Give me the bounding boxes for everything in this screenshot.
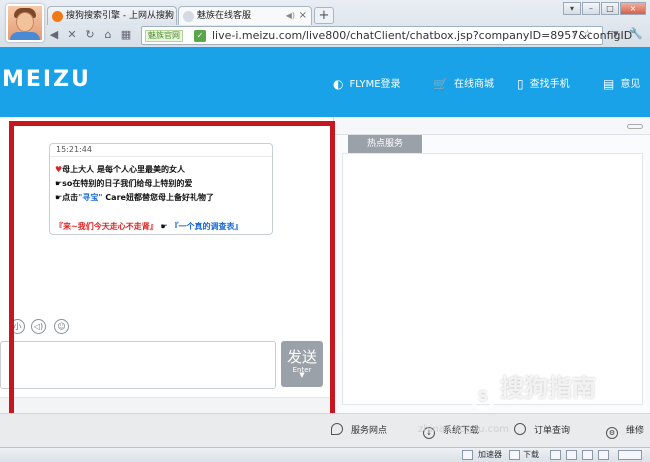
nav-find-phone[interactable]: ▯ 查找手机	[517, 75, 570, 91]
footer-order-query[interactable]: 订单查询	[514, 423, 570, 436]
user-avatar[interactable]	[6, 4, 44, 42]
sound-icon[interactable]: ◀)	[286, 7, 295, 25]
treasure-link[interactable]: "寻宝"	[78, 193, 102, 202]
document-icon: ▤	[603, 77, 615, 91]
message-line-4: 『来~我们今天走心不走肾』 ☛ 『一个真的调查表』	[55, 221, 242, 232]
browser-status-bar: 加速器 下载	[0, 447, 650, 462]
tab-sogou-search[interactable]: 搜狗搜索引擎 - 上网从搜狗 ×	[47, 6, 177, 25]
status-icon-1[interactable]	[550, 450, 561, 460]
accelerator-button[interactable]: 加速器	[478, 449, 502, 460]
sogou-watermark: S 搜狗指南	[470, 368, 596, 410]
tab-title: 魅族在线客服	[197, 11, 252, 21]
download-icon	[509, 450, 520, 460]
secure-shield-icon: ✓	[194, 30, 206, 42]
menu-dropdown-button[interactable]: ▾	[563, 2, 581, 15]
tab-meizu-service[interactable]: 魅族在线客服 ◀) ×	[178, 6, 312, 25]
red-slogan-link[interactable]: 『来~我们今天走心不走肾』	[55, 222, 158, 231]
chat-bottom-bar	[0, 397, 333, 413]
location-pin-icon	[331, 423, 343, 435]
chevron-down-icon: ▼	[299, 371, 305, 379]
apps-grid-icon[interactable]: ▦	[119, 28, 133, 42]
service-footer: 服务网点 ↓ 系统下载 订单查询 ⚙ 维修	[0, 413, 650, 447]
lightning-icon[interactable]: ⚡	[571, 29, 578, 40]
tab-title: 搜狗搜索引擎 - 上网从搜狗	[66, 11, 174, 21]
stop-icon[interactable]: ✕	[65, 28, 79, 42]
message-line-2: ☛so在特别的日子我们给母上特别的爱	[55, 179, 193, 188]
new-tab-button[interactable]: +	[314, 7, 334, 24]
navigation-bar: ◀ ✕ ↻ ⌂ ▦ 魅族官网 ✓ live-i.meizu.com/live80…	[47, 25, 650, 47]
message-time: 15:21:44	[50, 144, 272, 157]
watermark-url: zhinan.sogou.com	[418, 424, 510, 435]
phone-icon: ▯	[517, 77, 524, 91]
status-icon-3[interactable]	[582, 450, 593, 460]
minimize-button[interactable]: –	[582, 2, 600, 15]
tools-wrench-icon[interactable]: 🔧	[629, 27, 643, 40]
footer-service-outlets[interactable]: 服务网点	[331, 423, 387, 436]
meizu-logo[interactable]: MEIZU	[2, 67, 91, 92]
close-window-button[interactable]: ×	[620, 2, 646, 15]
collapse-icon[interactable]	[627, 124, 643, 129]
pointer-icon: ☛	[160, 222, 168, 231]
home-icon[interactable]: ⌂	[101, 28, 115, 42]
footer-repair[interactable]: ⚙ 维修	[606, 423, 644, 439]
gear-icon: ⚙	[606, 427, 618, 439]
font-size-icon[interactable]: 小	[10, 319, 25, 334]
sogou-logo-icon: S	[470, 384, 496, 410]
sogou-favicon-icon	[52, 11, 63, 22]
message-input[interactable]	[0, 341, 276, 389]
nav-flyme-login[interactable]: ◐ FLYME登录	[333, 75, 401, 91]
chat-message-bubble: 15:21:44 ♥母上大人 是每个人心里最美的女人 ☛so在特别的日子我们给母…	[49, 143, 273, 235]
sound-icon[interactable]: ◁)	[31, 319, 46, 334]
bookmark-star-icon[interactable]: ☆	[583, 29, 592, 40]
nav-feedback[interactable]: ▤ 意见	[603, 75, 640, 91]
dropdown-arrow-icon[interactable]: ▾	[613, 27, 619, 40]
url-text[interactable]: live-i.meizu.com/live800/chatClient/chat…	[212, 28, 632, 43]
window-controls: ▾ – □ ×	[562, 2, 646, 16]
close-tab-icon[interactable]: ×	[164, 7, 172, 25]
accelerator-icon	[462, 450, 473, 460]
status-icon-4[interactable]	[598, 450, 609, 460]
side-panel-header	[334, 117, 650, 135]
status-icon-2[interactable]	[566, 450, 577, 460]
emoji-icon[interactable]: ☺	[54, 319, 69, 334]
zoom-icon[interactable]	[618, 450, 642, 460]
browser-chrome: 搜狗搜索引擎 - 上网从搜狗 × 魅族在线客服 ◀) × + ▾ – □ × ◀…	[0, 0, 650, 47]
message-line-1: ♥母上大人 是每个人心里最美的女人	[55, 165, 185, 174]
back-icon[interactable]: ◀	[47, 28, 61, 42]
tab-hot-services[interactable]: 热点服务	[348, 135, 422, 153]
survey-link[interactable]: 『一个真的调查表』	[170, 222, 242, 231]
message-line-3: ☛点击"寻宝" Care妞都替您母上备好礼物了	[55, 193, 214, 202]
flyme-icon: ◐	[333, 77, 344, 91]
send-button[interactable]: 发送 Enter ▼	[281, 341, 323, 387]
close-tab-icon[interactable]: ×	[299, 7, 307, 25]
site-header: MEIZU ◐ FLYME登录 🛒 在线商城 ▯ 查找手机 ▤ 意见	[0, 47, 650, 117]
page-favicon-icon	[183, 11, 194, 22]
address-bar[interactable]: 魅族官网 ✓ live-i.meizu.com/live800/chatClie…	[141, 26, 632, 45]
nav-online-store[interactable]: 🛒 在线商城	[433, 75, 494, 91]
maximize-button[interactable]: □	[601, 2, 619, 15]
search-icon	[514, 423, 526, 435]
refresh-icon[interactable]: ↻	[83, 28, 97, 42]
site-badge: 魅族官网	[145, 30, 183, 42]
download-button[interactable]: 下载	[523, 449, 539, 460]
chat-pane: 15:21:44 ♥母上大人 是每个人心里最美的女人 ☛so在特别的日子我们给母…	[0, 117, 333, 413]
cart-icon: 🛒	[433, 77, 448, 91]
